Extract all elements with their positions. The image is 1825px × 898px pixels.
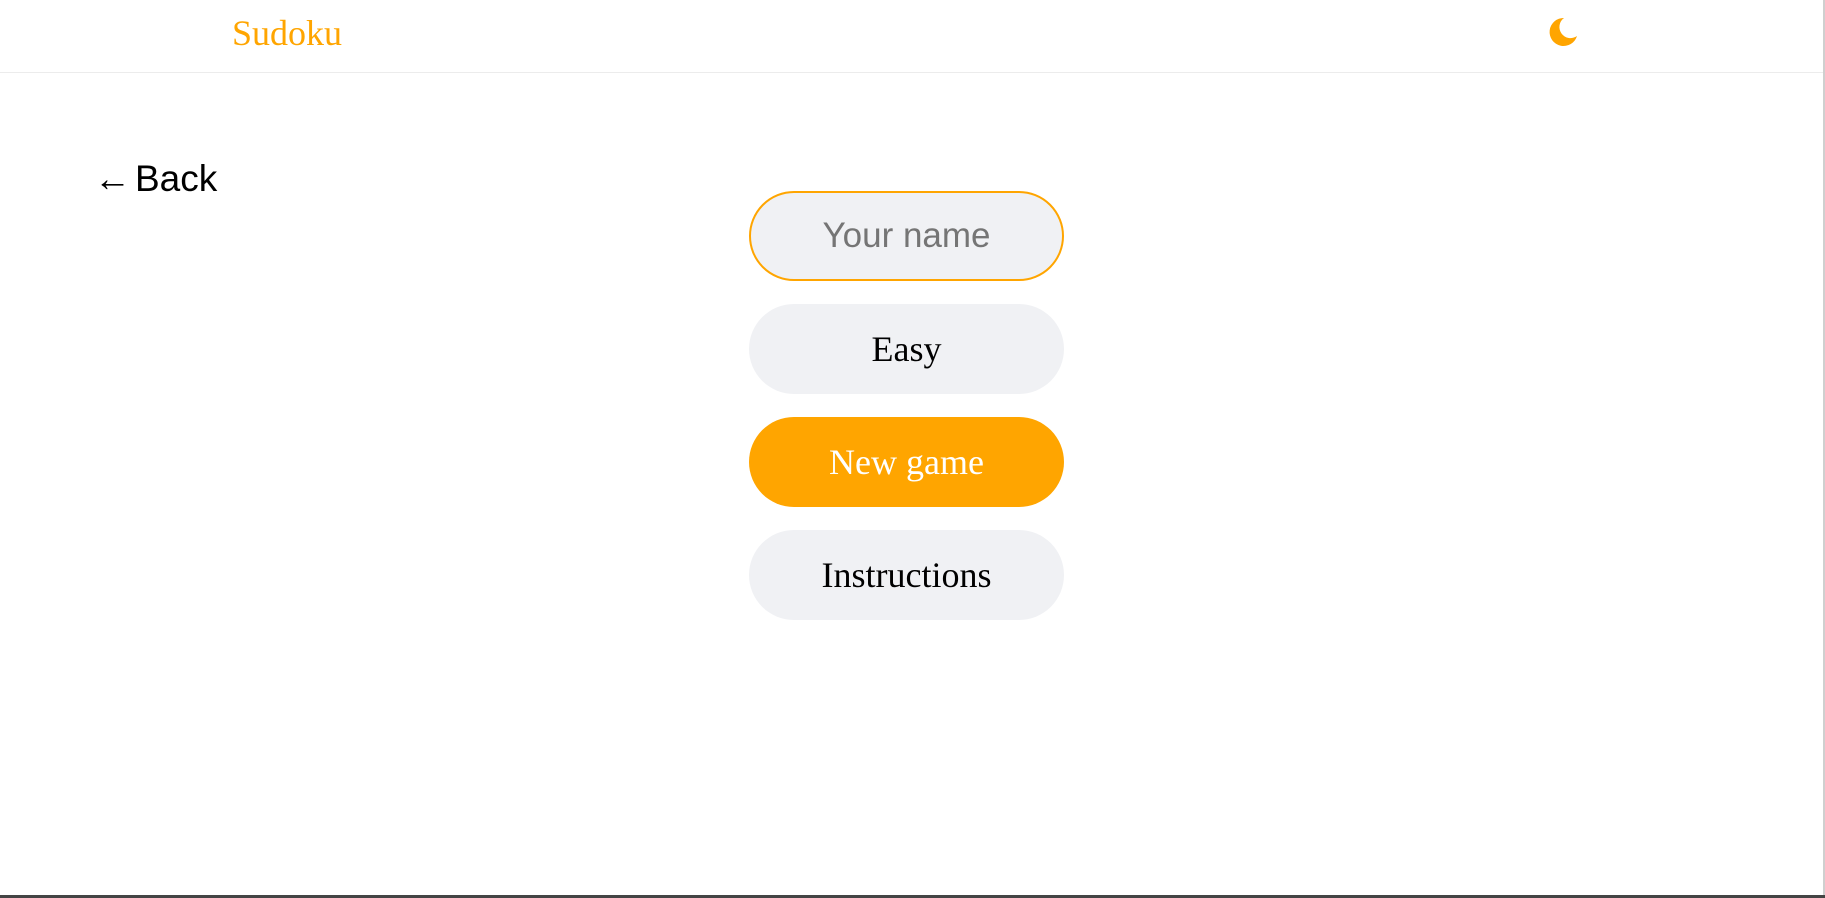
page: Sudoku ← Back Easy New game Instructions	[0, 0, 1825, 898]
back-arrow-icon: ←	[94, 158, 131, 199]
app-title[interactable]: Sudoku	[232, 12, 342, 54]
instructions-button[interactable]: Instructions	[749, 530, 1064, 620]
back-link[interactable]: ← Back	[94, 157, 217, 201]
moon-icon	[1549, 17, 1577, 46]
top-bar: Sudoku	[0, 0, 1825, 73]
name-input[interactable]	[749, 191, 1064, 281]
back-label: Back	[135, 158, 218, 199]
new-game-button[interactable]: New game	[749, 417, 1064, 507]
difficulty-button[interactable]: Easy	[749, 304, 1064, 394]
game-setup-form: Easy New game Instructions	[749, 191, 1064, 620]
theme-toggle-button[interactable]	[1544, 14, 1580, 50]
